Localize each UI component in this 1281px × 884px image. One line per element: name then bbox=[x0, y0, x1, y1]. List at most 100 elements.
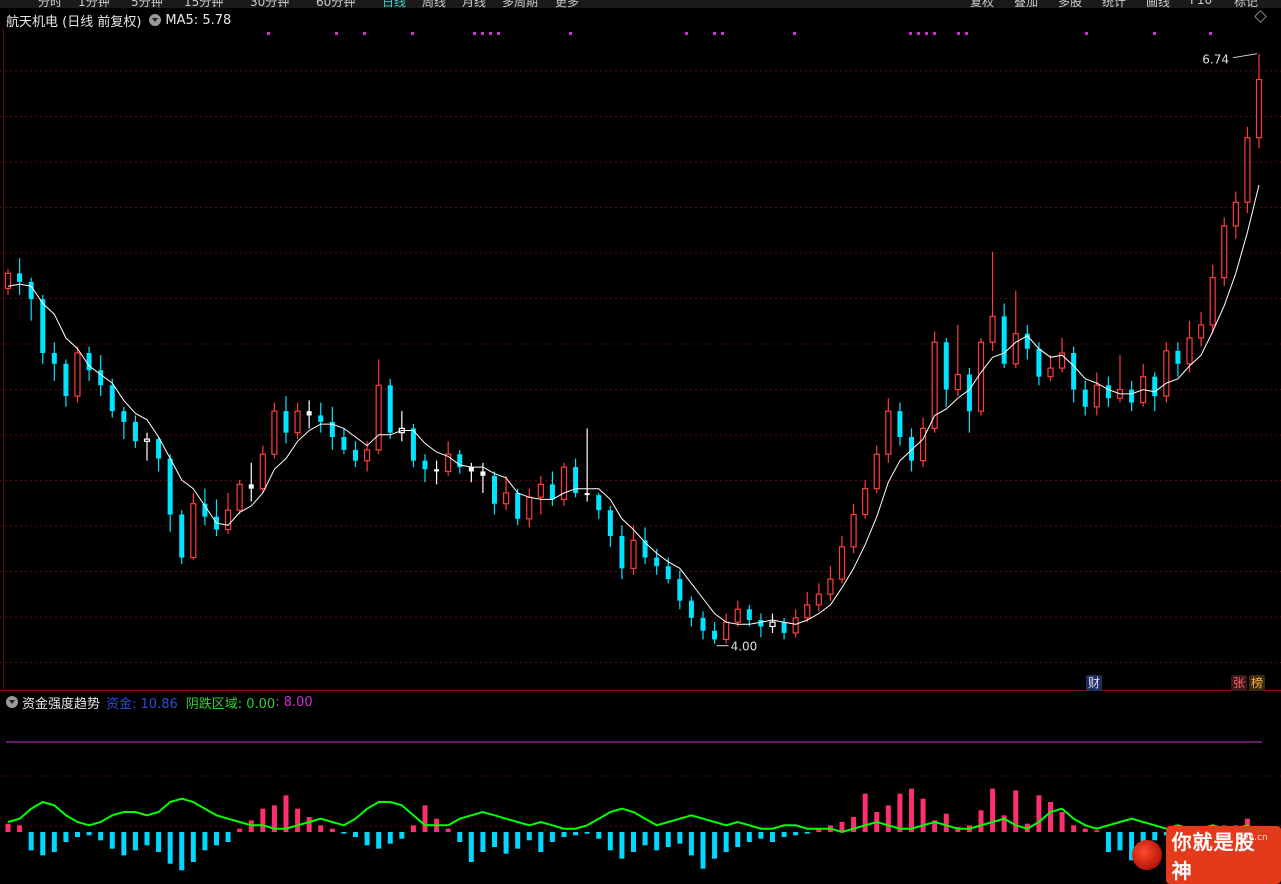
candle-body bbox=[283, 411, 289, 433]
signal-dot bbox=[1085, 32, 1088, 35]
candle-body bbox=[1232, 201, 1239, 227]
candle-body bbox=[341, 436, 347, 450]
fund-bar bbox=[1094, 830, 1100, 832]
fund-bar bbox=[5, 823, 11, 832]
candle-body bbox=[654, 557, 660, 567]
candle bbox=[17, 258, 23, 295]
candle bbox=[434, 460, 440, 485]
candle-body bbox=[109, 385, 115, 412]
signal-dot bbox=[685, 32, 688, 35]
fund-bar bbox=[1036, 795, 1042, 832]
candle-body bbox=[63, 363, 69, 397]
low-price-label: 4.00 bbox=[731, 640, 758, 654]
candle-body bbox=[885, 410, 892, 455]
candle bbox=[827, 566, 834, 601]
candle bbox=[341, 428, 347, 455]
candle-body bbox=[526, 496, 533, 520]
fund-bar bbox=[688, 832, 694, 856]
candle-body bbox=[560, 466, 568, 501]
fund-bar bbox=[909, 788, 914, 832]
finance-tag[interactable]: 财 bbox=[1086, 675, 1103, 691]
candle-body bbox=[769, 621, 776, 628]
fund-bar bbox=[1105, 832, 1111, 852]
candle bbox=[1197, 312, 1205, 347]
chevron-down-icon[interactable] bbox=[6, 696, 18, 708]
candle-body bbox=[838, 546, 846, 580]
candle-body bbox=[734, 608, 741, 623]
fund-bar bbox=[1048, 802, 1053, 832]
candle-body bbox=[815, 593, 822, 606]
limit-up-tag[interactable]: 张 bbox=[1231, 675, 1248, 691]
watermark-url: 694.cn bbox=[1237, 833, 1268, 843]
fund-bar bbox=[619, 832, 625, 859]
candle bbox=[190, 492, 197, 560]
candle-body bbox=[850, 513, 857, 548]
candle-body bbox=[190, 503, 197, 559]
candle bbox=[919, 417, 927, 468]
fund-bar bbox=[422, 805, 428, 832]
candle bbox=[1001, 303, 1007, 369]
signal-dots bbox=[267, 32, 1212, 35]
candle-body bbox=[28, 281, 34, 300]
fund-bar bbox=[665, 832, 671, 847]
candle-body bbox=[677, 579, 683, 601]
candle bbox=[387, 378, 393, 440]
candle-body bbox=[827, 578, 834, 595]
candle bbox=[838, 536, 846, 584]
candle bbox=[109, 378, 115, 418]
fund-bar bbox=[225, 832, 231, 842]
candle bbox=[51, 342, 57, 381]
fund-bar bbox=[642, 832, 648, 846]
signal-dot bbox=[481, 32, 484, 35]
signal-dot bbox=[411, 32, 414, 35]
fund-bar bbox=[549, 832, 555, 842]
candle-body bbox=[1186, 337, 1193, 365]
candle bbox=[954, 325, 961, 397]
candle bbox=[1232, 191, 1239, 239]
candle bbox=[1255, 53, 1263, 149]
candle-body bbox=[375, 384, 382, 451]
candle-body bbox=[1001, 316, 1007, 364]
candle bbox=[1140, 363, 1147, 407]
fund-bar bbox=[51, 832, 57, 852]
candle-body bbox=[143, 438, 151, 442]
candle bbox=[132, 415, 138, 448]
fund-bar bbox=[700, 832, 706, 869]
fund-bar bbox=[144, 832, 150, 846]
candle bbox=[758, 613, 764, 638]
fund-bar bbox=[492, 832, 497, 847]
watermark-logo: 你就是股神 bbox=[1132, 826, 1281, 884]
fund-bar bbox=[746, 832, 752, 842]
fund-bar bbox=[260, 808, 266, 832]
fund-bar bbox=[1059, 812, 1065, 832]
candle-body bbox=[259, 453, 266, 490]
fund-bar bbox=[410, 825, 416, 832]
candle-body bbox=[17, 273, 23, 282]
candle-body bbox=[502, 492, 510, 505]
candle-body bbox=[723, 621, 730, 640]
signal-dot bbox=[473, 32, 476, 35]
fund-bar bbox=[376, 832, 382, 849]
candle bbox=[1129, 380, 1135, 412]
candle bbox=[202, 488, 208, 526]
fund-bar bbox=[503, 832, 509, 854]
candle-body bbox=[746, 609, 752, 621]
signal-dot bbox=[965, 32, 968, 35]
candle-body bbox=[1105, 385, 1111, 399]
candle bbox=[885, 398, 892, 463]
candle bbox=[283, 396, 289, 444]
fund-bar bbox=[573, 832, 579, 836]
candle bbox=[1244, 126, 1251, 214]
fund-bar bbox=[98, 832, 104, 841]
candle bbox=[445, 441, 452, 476]
signal-dot bbox=[569, 32, 572, 35]
fund-bar bbox=[584, 832, 590, 834]
fund-bar bbox=[457, 832, 463, 842]
candle bbox=[526, 488, 533, 528]
fund-bar bbox=[306, 817, 312, 832]
candle-body bbox=[688, 600, 694, 618]
candle bbox=[74, 346, 81, 403]
ranking-tag[interactable]: 榜 bbox=[1249, 675, 1266, 691]
candle-body bbox=[1047, 367, 1054, 378]
candle-body bbox=[387, 385, 393, 433]
